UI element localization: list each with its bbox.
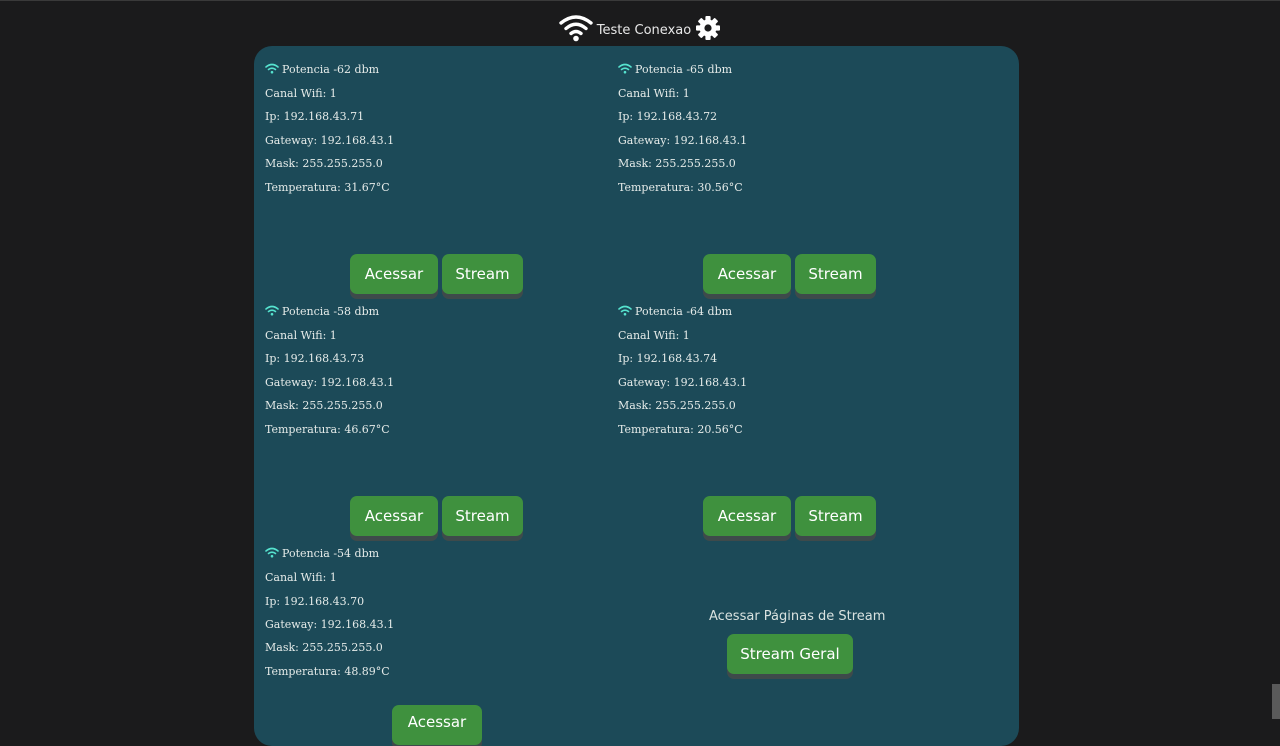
gateway: Gateway: 192.168.43.1 [618, 134, 748, 147]
devices-panel: Potencia -62 dbm Canal Wifi: 1 Ip: 192.1… [254, 46, 1019, 746]
acessar-button[interactable]: Acessar [350, 496, 438, 536]
subnet-mask: Mask: 255.255.255.0 [265, 399, 383, 412]
wifi-icon [265, 63, 279, 74]
ip-address: Ip: 192.168.43.71 [265, 110, 365, 123]
signal-strength: Potencia -64 dbm [635, 305, 733, 318]
gateway: Gateway: 192.168.43.1 [265, 134, 395, 147]
wifi-icon [559, 15, 593, 42]
acessar-button[interactable]: Acessar [392, 705, 482, 745]
wifi-icon [265, 547, 279, 558]
stream-geral-button[interactable]: Stream Geral [727, 634, 853, 674]
temperature: Temperatura: 31.67°C [265, 181, 390, 194]
temperature: Temperatura: 46.67°C [265, 423, 390, 436]
subnet-mask: Mask: 255.255.255.0 [618, 157, 736, 170]
stream-button[interactable]: Stream [795, 254, 876, 294]
signal-strength: Potencia -54 dbm [282, 547, 380, 560]
subnet-mask: Mask: 255.255.255.0 [265, 641, 383, 654]
gateway: Gateway: 192.168.43.1 [265, 376, 395, 389]
wifi-channel: Canal Wifi: 1 [618, 329, 690, 342]
ip-address: Ip: 192.168.43.74 [618, 352, 718, 365]
stream-button[interactable]: Stream [442, 254, 523, 294]
wifi-icon [618, 63, 632, 74]
subnet-mask: Mask: 255.255.255.0 [265, 157, 383, 170]
temperature: Temperatura: 48.89°C [265, 665, 390, 678]
signal-strength: Potencia -62 dbm [282, 63, 380, 76]
acessar-button[interactable]: Acessar [703, 496, 791, 536]
gateway: Gateway: 192.168.43.1 [618, 376, 748, 389]
scrollbar-thumb[interactable] [1272, 684, 1280, 719]
top-border [0, 0, 1280, 1]
stream-button[interactable]: Stream [795, 496, 876, 536]
stream-section-label: Acessar Páginas de Stream [709, 609, 886, 624]
wifi-channel: Canal Wifi: 1 [265, 571, 337, 584]
app-header: Teste Conexao [0, 12, 1280, 44]
temperature: Temperatura: 30.56°C [618, 181, 743, 194]
wifi-channel: Canal Wifi: 1 [265, 329, 337, 342]
gateway: Gateway: 192.168.43.1 [265, 618, 395, 631]
ip-address: Ip: 192.168.43.70 [265, 595, 365, 608]
wifi-channel: Canal Wifi: 1 [618, 87, 690, 100]
signal-strength: Potencia -58 dbm [282, 305, 380, 318]
acessar-button[interactable]: Acessar [350, 254, 438, 294]
subnet-mask: Mask: 255.255.255.0 [618, 399, 736, 412]
device-card: Potencia -54 dbm Canal Wifi: 1 Ip: 192.1… [265, 547, 605, 707]
wifi-icon [265, 305, 279, 316]
temperature: Temperatura: 20.56°C [618, 423, 743, 436]
page-title: Teste Conexao [596, 22, 692, 38]
gear-icon[interactable] [695, 15, 721, 41]
acessar-button[interactable]: Acessar [703, 254, 791, 294]
wifi-channel: Canal Wifi: 1 [265, 87, 337, 100]
wifi-icon [618, 305, 632, 316]
signal-strength: Potencia -65 dbm [635, 63, 733, 76]
ip-address: Ip: 192.168.43.73 [265, 352, 365, 365]
stream-button[interactable]: Stream [442, 496, 523, 536]
ip-address: Ip: 192.168.43.72 [618, 110, 718, 123]
